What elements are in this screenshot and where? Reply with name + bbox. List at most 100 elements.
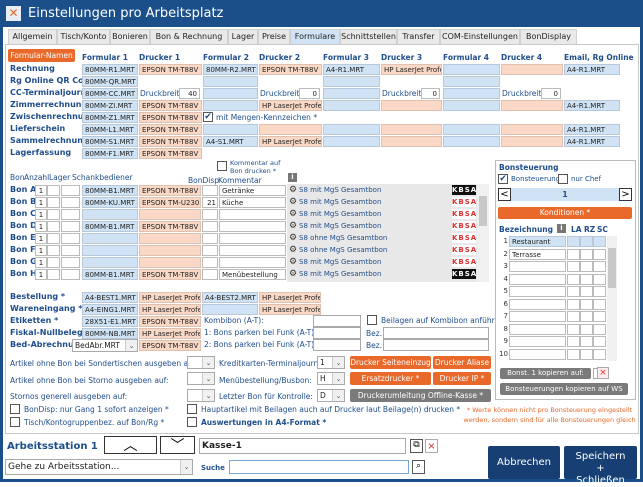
bezeichnung-input[interactable]: [509, 286, 566, 297]
bonsteuer-link[interactable]: S8 mit MgS Gesamtbon: [299, 210, 381, 218]
tab-transfer[interactable]: Transfer: [397, 29, 440, 44]
drucker-field[interactable]: HP LaserJet Profes: [259, 100, 322, 111]
drucker-field[interactable]: HP LaserJet Profes: [139, 328, 201, 339]
next-bonsteuerung-button[interactable]: >: [619, 188, 632, 201]
bon-drucker-field[interactable]: EPSON TM-T88V F: [139, 269, 201, 280]
bezeichnung-input[interactable]: [509, 348, 566, 360]
anzahl-input[interactable]: 1: [35, 221, 47, 232]
bonsteuer-link[interactable]: S8 mit MgS Gesamtbon: [299, 186, 381, 194]
bonsteuerung-flag[interactable]: [580, 248, 593, 260]
gear-icon[interactable]: ⚙: [289, 245, 297, 255]
bonsteuerung-flag[interactable]: [567, 286, 580, 297]
drucker-field[interactable]: [259, 124, 322, 135]
formular-field[interactable]: 80MM-S1.MRT: [82, 136, 138, 147]
druckbreite-input[interactable]: 0: [421, 88, 440, 99]
auswertungen-a4-checkbox[interactable]: [187, 417, 197, 427]
formular-field[interactable]: 80MM-L1.MRT: [82, 124, 138, 135]
bonsteuer-link[interactable]: S8 ohne MgS Gesamtbon: [299, 246, 387, 254]
bonsteuerung-flag[interactable]: [593, 273, 606, 285]
bonsteuerung-flag[interactable]: [567, 248, 580, 260]
bonsteuerung-flag[interactable]: [567, 336, 580, 347]
delete-icon[interactable]: ×: [425, 439, 438, 453]
bonst-kopieren-button[interactable]: Bonst. 1 kopieren auf:: [500, 368, 591, 379]
save-close-button[interactable]: Speichern + Schließen: [564, 446, 637, 486]
drucker-field[interactable]: EPSON TM-T88V F: [259, 64, 322, 75]
kombibon-input[interactable]: [313, 315, 361, 327]
bon-formular-field[interactable]: [82, 209, 138, 220]
goto-station-dropdown[interactable]: Gehe zu Arbeitsstation... ⌄: [5, 459, 193, 475]
search-input[interactable]: [229, 460, 409, 474]
formular-field[interactable]: A4-R1.MRT: [564, 136, 620, 147]
drucker-field[interactable]: [501, 136, 563, 147]
gear-icon[interactable]: ⚙: [289, 257, 297, 267]
bondisp-input[interactable]: [202, 221, 218, 232]
bon-formular-field[interactable]: 80MM-B1.MRT: [82, 185, 138, 196]
bondisp-input[interactable]: [202, 185, 218, 196]
lager-input[interactable]: [47, 233, 60, 244]
bonsteuerung-flag[interactable]: [593, 348, 606, 360]
drucker-field[interactable]: EPSON TM-T88V F: [139, 112, 202, 123]
kommentar-input[interactable]: [219, 221, 286, 232]
drucker-field[interactable]: HP LaserJet Profes: [259, 304, 321, 315]
schankbediener-input[interactable]: [61, 269, 80, 280]
bonsteuerung-flag[interactable]: [567, 311, 580, 322]
gear-icon[interactable]: ⚙: [289, 233, 297, 243]
gear-icon[interactable]: ⚙: [289, 209, 297, 219]
schankbediener-input[interactable]: [61, 185, 80, 196]
bon-drucker-field[interactable]: [139, 245, 201, 256]
formular-field[interactable]: 80MM-QR.MRT: [82, 76, 138, 87]
tab-lager[interactable]: Lager: [228, 29, 258, 44]
info-icon[interactable]: i: [557, 224, 566, 233]
bondisp-input[interactable]: [202, 233, 218, 244]
bonsteuerung-flag[interactable]: [580, 298, 593, 310]
drucker-field[interactable]: EPSON TM-T88V F: [139, 316, 201, 327]
kommentar-input[interactable]: [219, 245, 286, 256]
lager-input[interactable]: [47, 245, 60, 256]
formular-field[interactable]: A4-S1.MRT: [203, 136, 258, 147]
bonsteuerung-flag[interactable]: [593, 311, 606, 322]
drucker-field[interactable]: [381, 100, 442, 111]
anzahl-input[interactable]: 1: [35, 269, 47, 280]
bon-drucker-field[interactable]: EPSON TM-T88V F: [139, 185, 201, 196]
tab-com-einstellungen[interactable]: COM-Einstellungen: [440, 29, 520, 44]
formular-field[interactable]: [202, 304, 258, 315]
formular-field[interactable]: [443, 124, 500, 135]
bonsteuerung-checkbox[interactable]: ✔: [498, 174, 508, 184]
tab-preise[interactable]: Preise: [258, 29, 290, 44]
drucker-seiteneinzug-button[interactable]: Drucker Seiteneinzug *: [350, 356, 431, 380]
stornos-dropdown[interactable]: ⌄: [187, 389, 215, 402]
drucker-field[interactable]: [501, 100, 563, 111]
cancel-button[interactable]: Abbrechen: [488, 446, 560, 479]
formular-field[interactable]: A4-R1.MRT: [564, 124, 620, 135]
kommentar-checkbox[interactable]: [217, 161, 227, 171]
formular-field[interactable]: A4-BEST1.MRT: [82, 292, 138, 303]
bezeichnung-input[interactable]: [509, 323, 566, 335]
drucker-field[interactable]: [501, 124, 563, 135]
anzahl-input[interactable]: 1: [35, 197, 47, 208]
schankbediener-input[interactable]: [61, 197, 80, 208]
tab-schnittstellen[interactable]: Schnittstellen: [340, 29, 397, 44]
bon-drucker-field[interactable]: [139, 209, 201, 220]
drucker-field[interactable]: EPSON TM-T88V F: [139, 340, 201, 351]
bonsteuerung-flag[interactable]: [567, 298, 580, 310]
formular-field[interactable]: [443, 136, 500, 147]
gear-icon[interactable]: ⚙: [289, 185, 297, 195]
lager-input[interactable]: [47, 185, 60, 196]
formular-field[interactable]: [203, 88, 258, 99]
formular-field[interactable]: A4-R1.MRT: [323, 64, 380, 75]
bonsteuer-link[interactable]: S8 ohne MgS Gesamtbon: [299, 234, 387, 242]
bondisp-input[interactable]: 21: [202, 197, 218, 208]
bon-drucker-field[interactable]: EPSON TM-T88V F: [139, 221, 201, 232]
bonsteuerung-flag[interactable]: [580, 336, 593, 347]
formular-field[interactable]: [443, 88, 500, 99]
bondisp-input[interactable]: [202, 245, 218, 256]
formular-field[interactable]: A4-R1.MRT: [564, 64, 620, 75]
kk-dropdown[interactable]: 1 ⌄: [317, 356, 345, 369]
drucker-field[interactable]: [381, 124, 442, 135]
bezeichnung-input[interactable]: [509, 311, 566, 322]
sonder-dropdown[interactable]: ⌄: [187, 356, 215, 369]
ersatzdrucker-button[interactable]: Ersatzdrucker *: [350, 372, 431, 385]
schankbediener-input[interactable]: [61, 221, 80, 232]
bonsteuer-link[interactable]: S8 mit MgS Gesamtbon: [299, 270, 381, 278]
lager-input[interactable]: [47, 197, 60, 208]
